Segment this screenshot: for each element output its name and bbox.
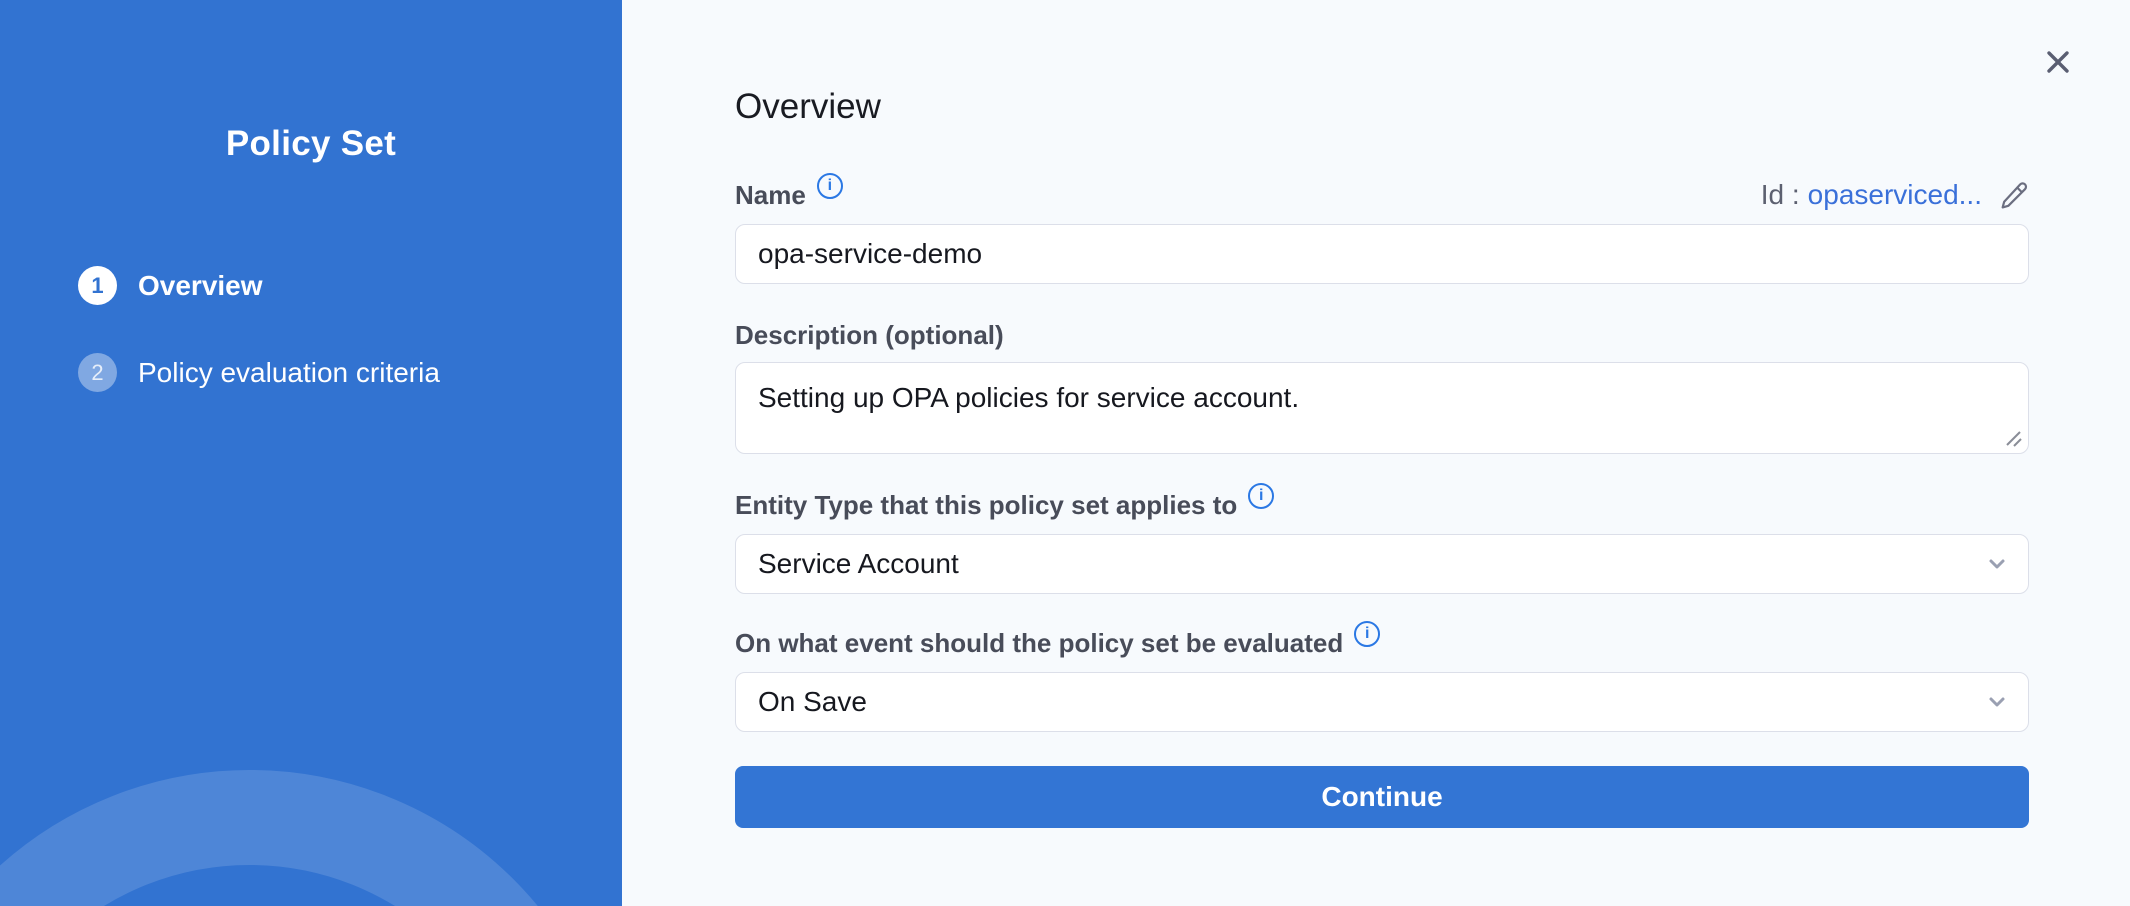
chevron-down-icon: [1982, 549, 2012, 579]
name-label-row: Name i Id : opaserviced...: [735, 178, 2029, 212]
evaluation-event-value: On Save: [758, 686, 867, 718]
wizard-title: Policy Set: [0, 124, 622, 164]
info-icon[interactable]: i: [1354, 621, 1380, 647]
chevron-down-icon: [1982, 687, 2012, 717]
description-textarea[interactable]: Setting up OPA policies for service acco…: [735, 362, 2029, 454]
pencil-icon[interactable]: [1998, 180, 2029, 211]
name-input[interactable]: [735, 224, 2029, 284]
info-icon[interactable]: i: [1248, 483, 1274, 509]
page-title: Overview: [735, 84, 2029, 130]
wizard-sidebar: Policy Set 1 Overview 2 Policy evaluatio…: [0, 0, 622, 906]
id-prefix-label: Id :: [1761, 178, 1800, 212]
resize-grip-icon[interactable]: [2004, 429, 2022, 447]
entity-type-group: Entity Type that this policy set applies…: [735, 488, 2029, 594]
step-overview[interactable]: 1 Overview: [78, 266, 440, 305]
step-label: Policy evaluation criteria: [138, 357, 440, 389]
id-area: Id : opaserviced...: [1761, 178, 2029, 212]
evaluation-event-group: On what event should the policy set be e…: [735, 626, 2029, 732]
description-textarea-wrap: Setting up OPA policies for service acco…: [735, 362, 2029, 454]
step-policy-evaluation-criteria[interactable]: 2 Policy evaluation criteria: [78, 353, 440, 392]
wizard-steps: 1 Overview 2 Policy evaluation criteria: [78, 266, 440, 440]
step-number-badge: 1: [78, 266, 117, 305]
decorative-wave: [0, 770, 622, 906]
name-label: Name i: [735, 178, 843, 212]
evaluation-event-label: On what event should the policy set be e…: [735, 626, 1380, 660]
step-label: Overview: [138, 270, 263, 302]
entity-type-select[interactable]: Service Account: [735, 534, 2029, 594]
entity-type-value: Service Account: [758, 548, 959, 580]
step-number-badge: 2: [78, 353, 117, 392]
description-group: Description (optional) Setting up OPA po…: [735, 318, 2029, 454]
id-value-link[interactable]: opaserviced...: [1808, 178, 1982, 212]
entity-type-label: Entity Type that this policy set applies…: [735, 488, 1274, 522]
info-icon[interactable]: i: [817, 173, 843, 199]
continue-button[interactable]: Continue: [735, 766, 2029, 828]
overview-form-panel: Overview Name i Id : opaserviced... Desc…: [622, 0, 2130, 906]
close-icon[interactable]: [2038, 42, 2078, 82]
evaluation-event-select[interactable]: On Save: [735, 672, 2029, 732]
description-label: Description (optional): [735, 318, 1004, 352]
